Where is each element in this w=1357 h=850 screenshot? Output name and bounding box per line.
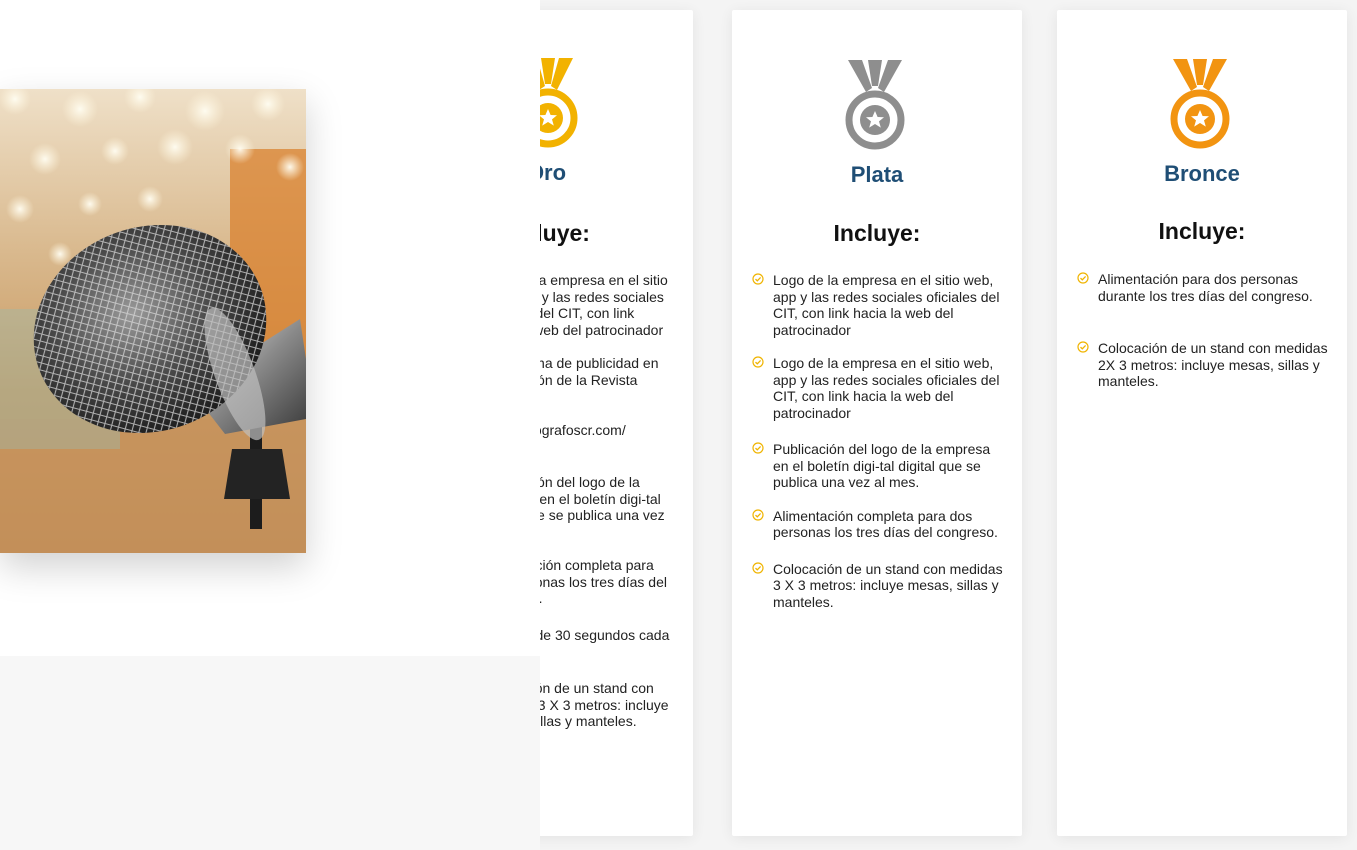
includes-title: Incluye: (833, 220, 921, 246)
benefit-text: Colocación de un stand con medidas 3 X 3… (773, 560, 1003, 610)
tier-card-bronce: Bronce Incluye: Alimentación para dos pe… (1057, 10, 1347, 836)
tier-title: Plata (850, 162, 904, 187)
benefit-text: Publicación del logo de la empresa en el… (773, 441, 991, 490)
benefit-text: Logo de la empresa en el sitio web, app … (773, 272, 1000, 338)
list-item: Alimentación para dos personas durante l… (1077, 271, 1329, 304)
benefit-text: Alimentación completa para dos personas … (773, 507, 998, 541)
includes-title: Incluye: (1158, 218, 1246, 244)
benefit-list: Logo de la empresa en el sitio web, app … (752, 272, 1004, 610)
check-circle-icon (752, 508, 764, 521)
check-circle-icon (752, 561, 764, 574)
check-circle-icon (1077, 272, 1089, 284)
check-circle-icon (752, 273, 764, 285)
microphone-photo (0, 89, 306, 553)
benefit-text: Alimentación para dos personas durante l… (1098, 271, 1313, 304)
list-item: Colocación de un stand con medidas 3 X 3… (752, 561, 1004, 611)
benefit-list: Alimentación para dos personas durante l… (1077, 271, 1329, 390)
list-item: Logo de la empresa en el sitio web, app … (752, 272, 1004, 338)
list-item: Publicación del logo de la empresa en el… (752, 441, 1004, 491)
tier-card-plata: Plata Incluye: Logo de la empresa en el … (732, 10, 1022, 836)
check-circle-icon (752, 356, 764, 368)
list-item: Alimentación completa para dos personas … (752, 508, 1004, 541)
benefit-text: Logo de la empresa en el sitio web, app … (773, 355, 1000, 421)
check-circle-icon (1077, 341, 1089, 353)
benefit-text: Colocación de un stand con medidas 2X 3 … (1098, 340, 1328, 389)
list-item: Logo de la empresa en el sitio web, app … (752, 355, 1004, 421)
list-item: Colocación de un stand con medidas 2X 3 … (1077, 340, 1329, 390)
tier-title: Bronce (1164, 161, 1240, 186)
medal-icon (1167, 57, 1233, 149)
check-circle-icon (752, 442, 764, 454)
left-overlay-panel (0, 0, 540, 850)
medal-icon (842, 58, 908, 150)
